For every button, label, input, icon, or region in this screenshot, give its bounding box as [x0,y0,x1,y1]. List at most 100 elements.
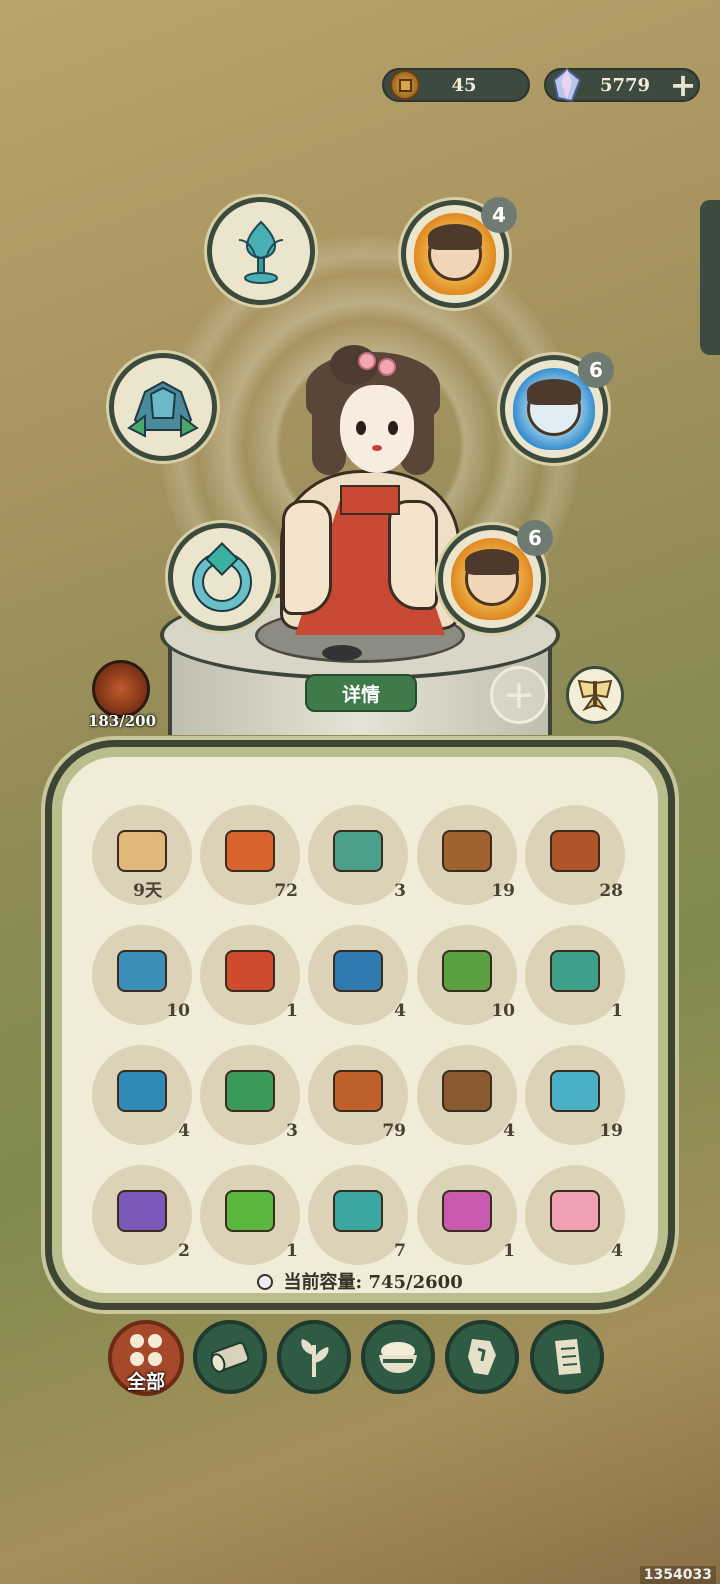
item-count: 19 [491,881,515,901]
watermark-id: 1354033 [639,1566,716,1584]
lotus-chalice-icon [238,220,284,284]
item-chest-icon [333,830,383,872]
character-sleeve-right [388,500,438,610]
capacity-readout: 当前容量: 745/2600 [220,1268,500,1294]
inventory-item[interactable]: 10 [417,925,517,1025]
tab-scrolls[interactable] [530,1320,604,1394]
scroll-icon [555,1339,581,1375]
inventory-item[interactable]: 19 [417,805,517,905]
item-chest-icon [117,1190,167,1232]
inventory-item[interactable]: 4 [308,925,408,1025]
hair-flower-icon [378,358,396,376]
item-chest-icon [225,830,275,872]
jade-ring-icon [192,542,252,612]
character-eye-right [388,421,398,435]
inventory-item[interactable]: 3 [200,1045,300,1145]
grid-dots-icon [130,1334,162,1366]
inventory-item[interactable]: 1 [525,925,625,1025]
capacity-label: 当前容量: [283,1272,363,1293]
slot-lotus-chalice[interactable] [207,197,315,305]
character-sleeve-left [282,500,332,615]
fire-aura-icon [451,538,533,620]
item-count: 4 [394,1001,406,1021]
item-chest-icon [550,950,600,992]
stamina-counter: 183/200 [87,712,157,730]
item-chest-icon [333,1070,383,1112]
moth-pet-slot[interactable] [566,666,624,724]
character-sash [340,485,400,515]
tab-food[interactable] [361,1320,435,1394]
tab-all-label: 全部 [126,1371,165,1393]
tab-herbs[interactable] [277,1320,351,1394]
coin-amount: 45 [451,74,477,96]
side-drawer-handle[interactable] [700,200,720,355]
item-chest-icon [550,1070,600,1112]
jade-armor-icon [127,380,199,438]
item-count: 10 [491,1001,515,1021]
inventory-item[interactable]: 72 [200,805,300,905]
item-count: 4 [178,1121,190,1141]
companion-1-level-badge: 4 [481,197,517,233]
inventory-item[interactable]: 79 [308,1045,408,1145]
inventory-item[interactable]: 3 [308,805,408,905]
item-chest-icon [225,950,275,992]
inventory-item[interactable]: 4 [525,1165,625,1265]
companion-portrait [428,224,482,281]
gem-icon [552,68,582,102]
inventory-item[interactable]: 1 [200,925,300,1025]
item-count: 72 [274,881,298,901]
item-count: 28 [599,881,623,901]
inventory-item[interactable]: 10 [92,925,192,1025]
add-gems-button[interactable]: + [668,69,698,101]
inventory-item[interactable]: 4 [417,1045,517,1145]
inventory-item[interactable]: 1 [200,1165,300,1265]
inventory-item[interactable]: 7 [308,1165,408,1265]
rice-bowl-icon [379,1342,417,1373]
inventory-item[interactable]: 28 [525,805,625,905]
item-chest-icon [442,830,492,872]
companion-portrait [527,379,581,436]
inventory-item[interactable]: 1 [417,1165,517,1265]
item-chest-icon [442,950,492,992]
gem-amount: 5779 [599,74,651,96]
companion-2-level-badge: 6 [578,352,614,388]
herb-leaf-icon [301,1339,329,1377]
item-count: 79 [382,1121,406,1141]
item-chest-icon [550,830,600,872]
add-slot-button[interactable]: + [490,666,548,724]
coin-icon [390,70,420,100]
character-face [340,385,414,473]
tab-all[interactable]: 全部 [108,1320,184,1396]
slot-ring[interactable] [168,523,276,631]
taiji-dot [322,645,362,661]
log-icon [210,1341,250,1373]
inventory-item[interactable]: 2 [92,1165,192,1265]
item-chest-icon [442,1190,492,1232]
inventory-item[interactable]: 4 [92,1045,192,1145]
item-chest-icon [442,1070,492,1112]
companion-3-level-badge: 6 [517,520,553,556]
tab-wood[interactable] [193,1320,267,1394]
stamina-avatar-icon[interactable] [92,660,150,718]
item-chest-icon [550,1190,600,1232]
hair-flower-icon [358,352,376,370]
slot-armor[interactable] [109,353,217,461]
item-count: 1 [286,1001,298,1021]
item-count: 10 [166,1001,190,1021]
item-count: 4 [611,1241,623,1261]
item-chest-icon [117,950,167,992]
coin-counter: 45 [382,68,530,102]
bag-icon [257,1274,274,1290]
item-count: 1 [503,1241,515,1261]
item-count: 9天 [133,881,162,901]
item-chest-icon [333,950,383,992]
character-mouth [372,445,382,451]
companion-portrait [465,549,519,606]
item-chest-icon [225,1190,275,1232]
inventory-item[interactable]: 9天 [92,805,192,905]
inventory-item[interactable]: 19 [525,1045,625,1145]
ore-chunk-icon [468,1339,496,1375]
detail-button[interactable]: 详情 [305,674,417,712]
moth-icon [577,679,613,712]
tab-materials[interactable] [445,1320,519,1394]
